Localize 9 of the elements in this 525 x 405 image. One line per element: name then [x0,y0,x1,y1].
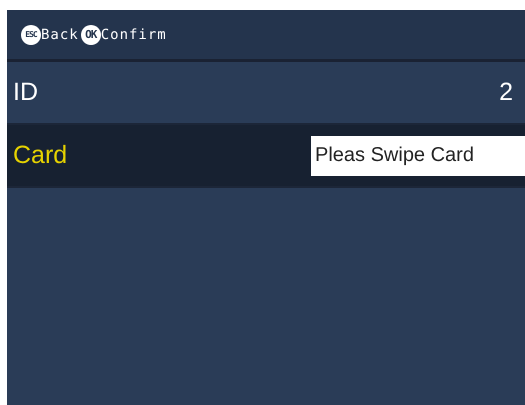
key-icon: OK [80,24,101,44]
hint-label: Back [41,26,79,42]
row-label: Card [13,141,68,170]
input-field[interactable]: Pleas Swipe Card [311,136,525,176]
row-label: ID [13,78,38,107]
menu-row[interactable]: Card Pleas Swipe Card [7,125,525,188]
row-value: 2 [499,78,513,107]
hint-label: Confirm [100,26,167,42]
key-icon: ESC [21,24,41,44]
